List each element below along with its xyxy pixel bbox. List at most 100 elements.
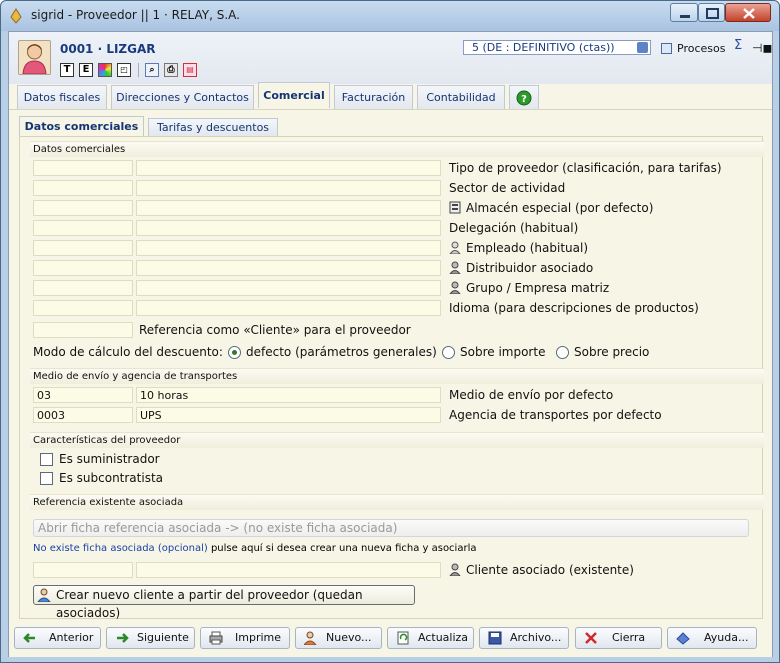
svg-text:?: ?	[521, 94, 527, 105]
referencia-row: Referencia como «Cliente» para el provee…	[33, 322, 758, 342]
code-field[interactable]: 03	[33, 387, 133, 403]
button-label: Actualiza	[418, 631, 469, 644]
text-t-icon[interactable]: T	[60, 63, 74, 77]
tab-comercial[interactable]: Comercial	[258, 82, 330, 108]
value-field[interactable]	[136, 240, 441, 256]
anterior-button[interactable]: Anterior	[14, 627, 101, 649]
code-field[interactable]: 0003	[33, 407, 133, 423]
checkbox-subcontratista[interactable]: Es subcontratista	[40, 470, 163, 486]
code-field[interactable]	[33, 180, 133, 196]
referencia-field[interactable]	[33, 322, 133, 338]
value-field[interactable]	[136, 260, 441, 276]
close-icon	[743, 8, 755, 19]
bottom-toolbar: Anterior Siguiente Imprime Nuevo... Actu…	[9, 627, 772, 657]
tab-facturacion[interactable]: Facturación	[334, 85, 413, 109]
printer-icon	[209, 631, 223, 645]
code-field[interactable]	[33, 280, 133, 296]
button-label: Imprime	[235, 631, 282, 644]
commercial-row: Almacén especial (por defecto)	[33, 200, 758, 220]
distribuidor-lookup[interactable]: Distribuidor asociado	[449, 260, 593, 276]
value-text: 10 horas	[140, 389, 189, 402]
value-field[interactable]	[136, 220, 441, 236]
section-medio-envio: Medio de envío y agencia de transportes …	[30, 368, 764, 428]
crear-ficha-link[interactable]: No existe ficha asociada (opcional)	[33, 543, 208, 554]
tab-contabilidad[interactable]: Contabilidad	[417, 85, 505, 109]
color-wheel-icon[interactable]	[98, 63, 112, 77]
empleado-lookup[interactable]: Empleado (habitual)	[449, 240, 588, 256]
actualiza-button[interactable]: Actualiza	[387, 627, 474, 649]
siguiente-button[interactable]: Siguiente	[106, 627, 195, 649]
close-x-icon	[585, 632, 597, 644]
subtab-datos-comerciales[interactable]: Datos comerciales	[19, 116, 144, 136]
code-field[interactable]	[33, 240, 133, 256]
value-field[interactable]: 10 horas	[136, 387, 441, 403]
cliente-value-field[interactable]	[136, 562, 441, 578]
close-button[interactable]	[725, 3, 771, 22]
refresh-icon	[397, 631, 409, 645]
search-document-icon[interactable]: ⌕	[145, 63, 159, 77]
nuevo-button[interactable]: Nuevo...	[295, 627, 382, 649]
list-icon	[661, 43, 672, 54]
checkbox	[40, 453, 53, 466]
record-header: 0001 · LIZGAR T E ◰ ⌕ ⎙ ▤ 5 (DE : DEFINITIVO …	[9, 32, 772, 84]
open-referencia-button[interactable]: Abrir ficha referencia asociada -> (no e…	[33, 519, 749, 537]
grupo-lookup[interactable]: Grupo / Empresa matriz	[449, 280, 609, 296]
field-label: Grupo / Empresa matriz	[466, 281, 610, 295]
create-client-button[interactable]: Crear nuevo cliente a partir del proveed…	[33, 585, 415, 620]
referencia-note: No existe ficha asociada (opcional) puls…	[33, 543, 476, 554]
ayuda-button[interactable]: Ayuda...	[667, 627, 757, 649]
minimize-button[interactable]	[670, 3, 698, 22]
value-field[interactable]: UPS	[136, 407, 441, 423]
field-label: Distribuidor asociado	[466, 261, 594, 275]
field-label: Medio de envío por defecto	[449, 388, 614, 402]
title-bar[interactable]: sigrid - Proveedor || 1 · RELAY, S.A.	[1, 1, 779, 31]
pdf-icon[interactable]: ▤	[183, 63, 197, 77]
value-field[interactable]	[136, 180, 441, 196]
code-field[interactable]	[33, 260, 133, 276]
text-e-icon[interactable]: E	[79, 63, 93, 77]
tab-datos-fiscales[interactable]: Datos fiscales	[17, 85, 107, 109]
status-select[interactable]: 5 (DE : DEFINITIVO (ctas))	[463, 40, 651, 55]
code-field[interactable]	[33, 200, 133, 216]
envio-row: 03 10 horas Medio de envío por defecto	[33, 387, 758, 407]
value-field[interactable]	[136, 280, 441, 296]
new-user-icon	[304, 631, 317, 645]
section-referencia: Referencia existente asociada Abrir fich…	[30, 494, 764, 620]
cliente-lookup[interactable]: Cliente asociado (existente)	[449, 562, 634, 578]
sigma-icon[interactable]: Σ	[734, 38, 742, 53]
commercial-row: Tipo de proveedor (clasificación, para t…	[33, 160, 758, 180]
radio-sobre-importe[interactable]: Sobre importe	[442, 344, 545, 360]
print-icon[interactable]: ⎙	[164, 63, 178, 77]
window-title: sigrid - Proveedor || 1 · RELAY, S.A.	[31, 8, 240, 22]
code-field[interactable]	[33, 300, 133, 316]
almacen-lookup[interactable]: Almacén especial (por defecto)	[449, 200, 653, 216]
field-label: Almacén especial (por defecto)	[466, 201, 654, 215]
field-label: Empleado (habitual)	[466, 241, 589, 255]
tab-extra[interactable]: ?	[509, 85, 539, 109]
procesos-button[interactable]: Procesos	[661, 42, 725, 55]
radio-defecto[interactable]: defecto (parámetros generales)	[228, 344, 437, 360]
maximize-button[interactable]	[698, 3, 725, 22]
checkbox-suministrador[interactable]: Es suministrador	[40, 451, 160, 467]
section-title: Datos comerciales	[30, 141, 764, 157]
pin-icon[interactable]: ⊣◼	[752, 41, 772, 55]
tab-direcciones-contactos[interactable]: Direcciones y Contactos	[111, 85, 254, 109]
value-field[interactable]	[136, 200, 441, 216]
checkbox	[40, 472, 53, 485]
radio-label: Sobre importe	[460, 345, 546, 359]
imprime-button[interactable]: Imprime	[200, 627, 290, 649]
code-field[interactable]	[33, 160, 133, 176]
cierra-button[interactable]: Cierra	[575, 627, 662, 649]
subtab-tarifas-descuentos[interactable]: Tarifas y descuentos	[148, 118, 278, 136]
code-field[interactable]	[33, 220, 133, 236]
radio-sobre-precio[interactable]: Sobre precio	[556, 344, 649, 360]
archivo-button[interactable]: Archivo...	[479, 627, 569, 649]
field-label: Idioma (para descripciones de productos)	[449, 301, 699, 315]
cliente-code-field[interactable]	[33, 562, 133, 578]
image-icon[interactable]: ◰	[117, 63, 131, 77]
value-field[interactable]	[136, 300, 441, 316]
section-title: Características del proveedor	[30, 432, 764, 448]
button-label: Archivo...	[510, 631, 562, 644]
value-field[interactable]	[136, 160, 441, 176]
code-value: 03	[37, 389, 51, 402]
